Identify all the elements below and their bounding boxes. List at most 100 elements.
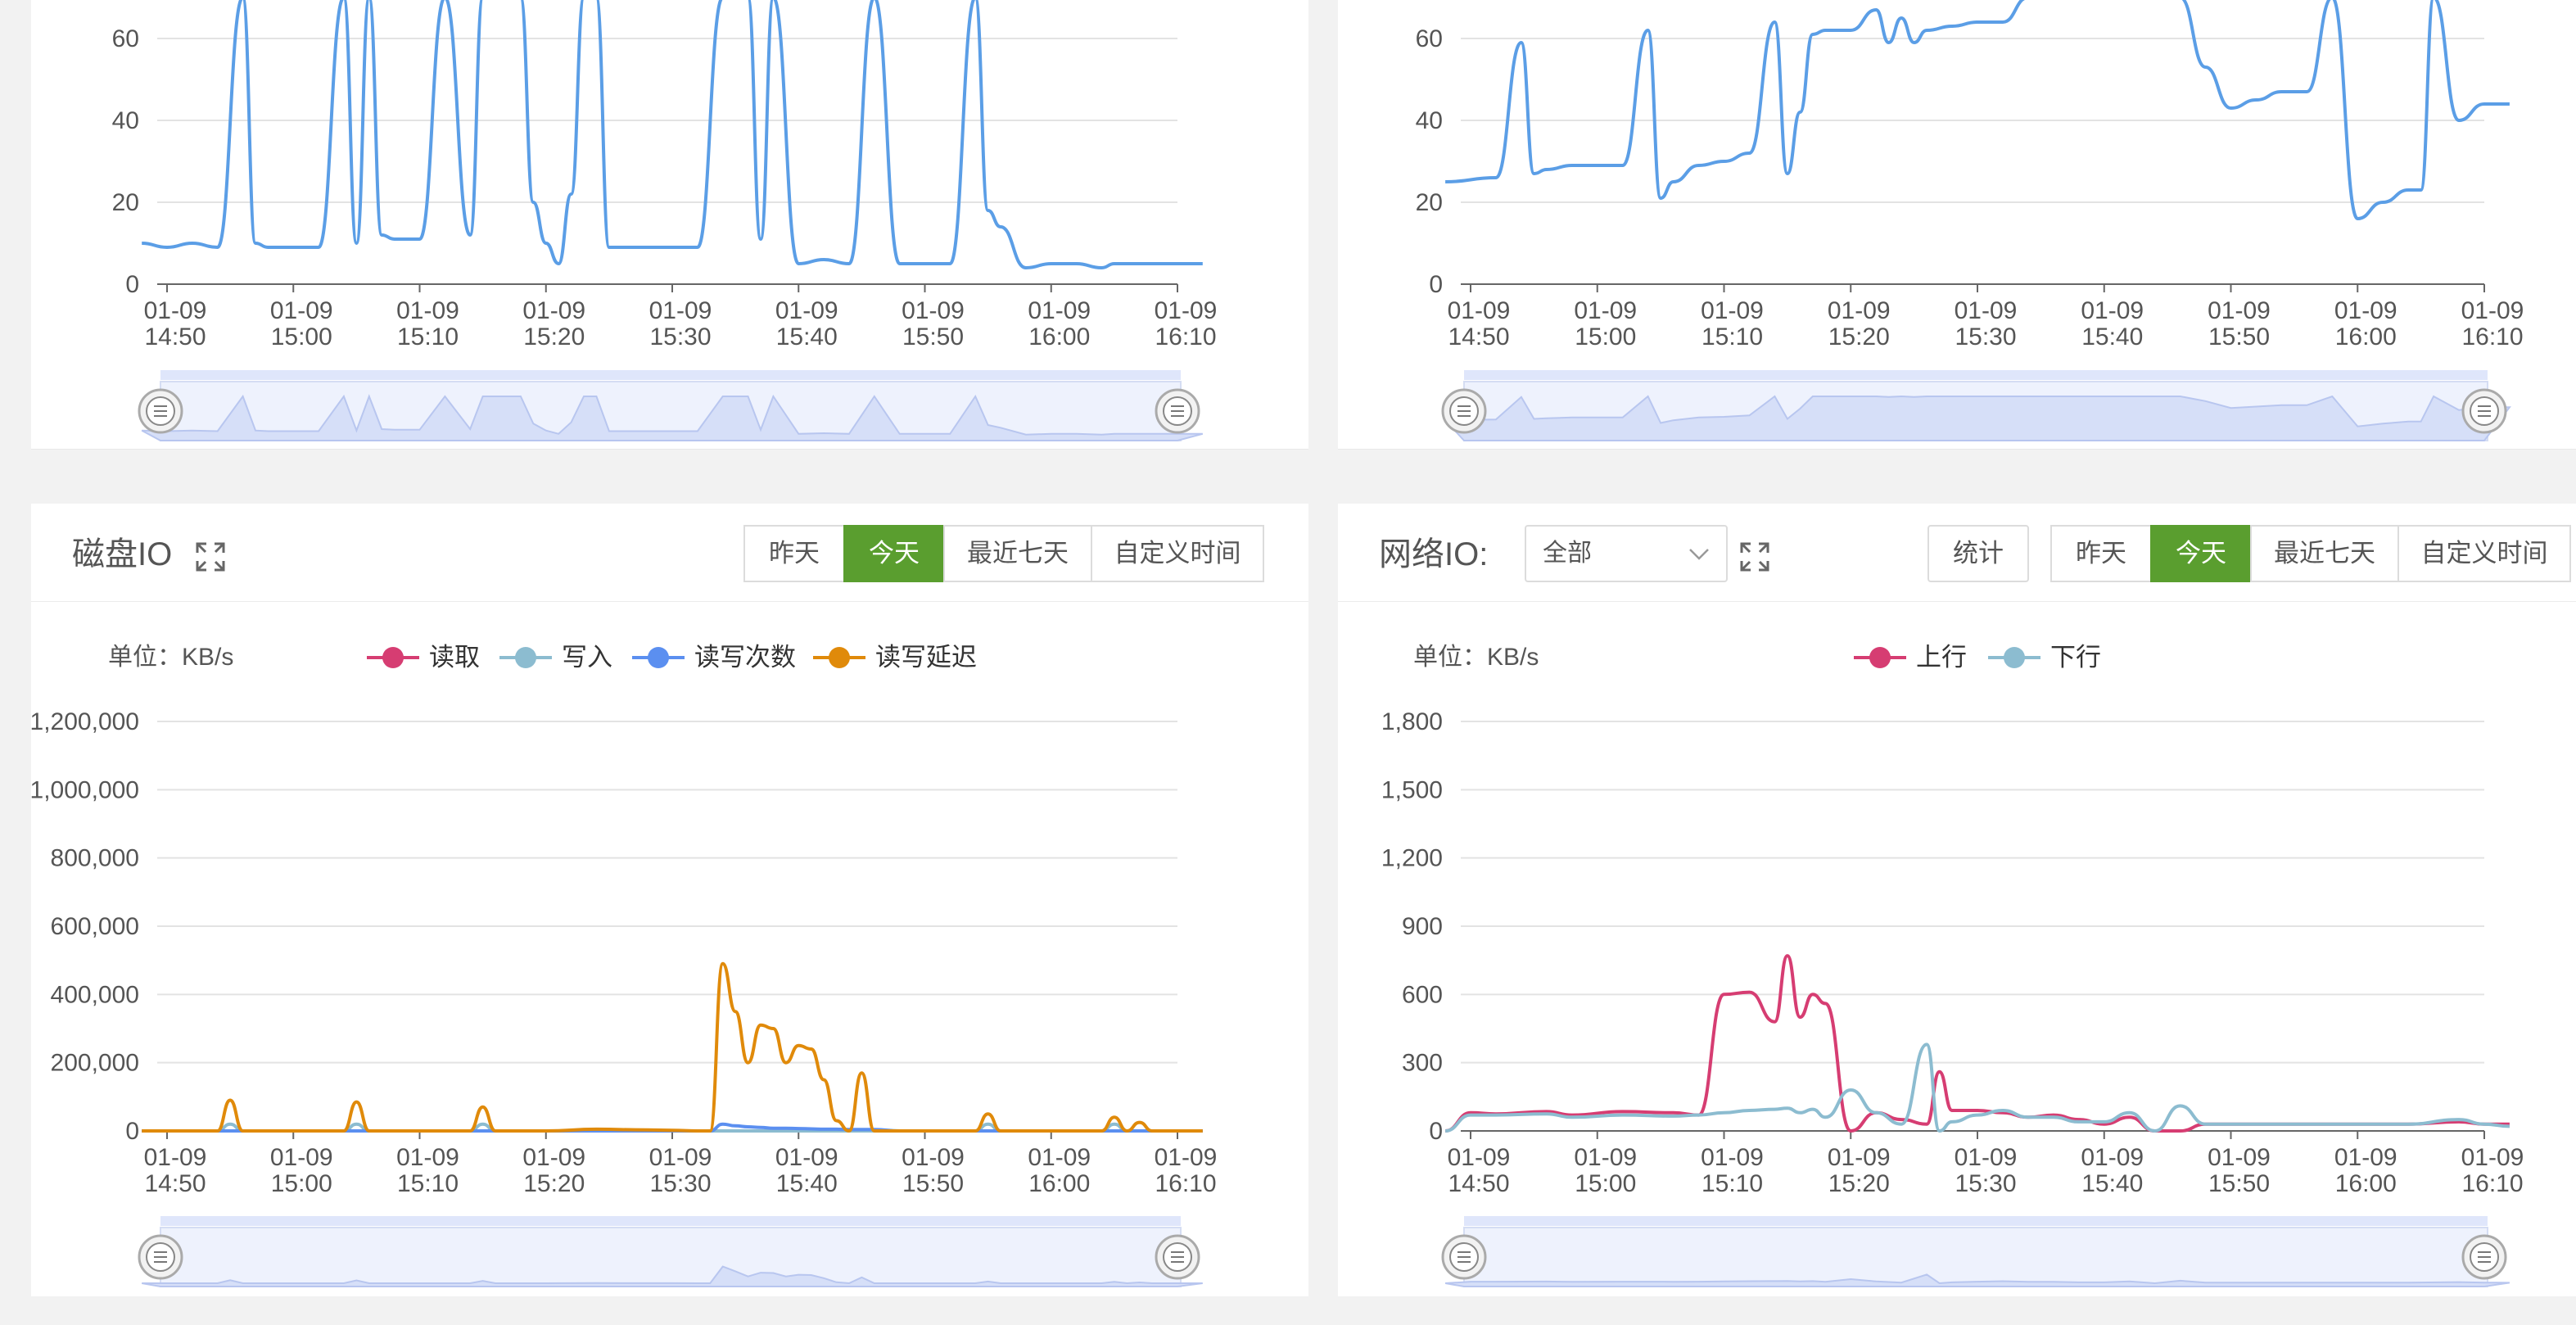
x-tick-label: 01-09 xyxy=(396,297,459,324)
x-tick-label: 01-09 xyxy=(2334,1144,2397,1171)
x-tick-label: 01-09 xyxy=(902,297,965,324)
y-tick-label: 40 xyxy=(112,107,139,134)
x-tick-label: 15:50 xyxy=(2208,323,2270,350)
x-tick-label: 01-09 xyxy=(1828,297,1891,324)
memory-chart: 020406001-0914:5001-0915:0001-0915:1001-… xyxy=(1416,0,2524,441)
x-tick-label: 01-09 xyxy=(144,1144,207,1171)
x-tick-label: 15:20 xyxy=(523,1170,585,1197)
y-tick-label: 0 xyxy=(1429,1118,1443,1145)
x-tick-label: 15:00 xyxy=(271,1170,332,1197)
y-tick-label: 20 xyxy=(1416,189,1443,216)
x-tick-label: 01-09 xyxy=(1028,297,1091,324)
y-tick-label: 1,800 xyxy=(1381,708,1443,735)
x-tick-label: 01-09 xyxy=(775,297,838,324)
x-tick-label: 01-09 xyxy=(649,297,712,324)
series-line-3 xyxy=(142,961,1203,1133)
x-tick-label: 16:10 xyxy=(1155,323,1216,350)
x-tick-label: 01-09 xyxy=(1155,1144,1218,1171)
series-line-0 xyxy=(1445,0,2510,220)
x-tick-label: 01-09 xyxy=(1701,297,1764,324)
x-tick-label: 01-09 xyxy=(902,1144,965,1171)
x-tick-label: 14:50 xyxy=(144,323,206,350)
slider-handle-left[interactable] xyxy=(138,388,183,434)
network-io-panel: 网络IO: 全部 统计 昨天 今天 最近七天 自定义时间 单位：KB/s 上行 … xyxy=(1338,504,2576,1296)
x-tick-label: 15:10 xyxy=(397,1170,459,1197)
x-tick-label: 14:50 xyxy=(144,1170,206,1197)
x-tick-label: 15:30 xyxy=(1955,323,2016,350)
x-tick-label: 01-09 xyxy=(775,1144,838,1171)
y-tick-label: 800,000 xyxy=(51,845,139,872)
x-tick-label: 15:20 xyxy=(523,323,585,350)
x-tick-label: 15:40 xyxy=(776,323,838,350)
x-tick-label: 01-09 xyxy=(1028,1144,1091,1171)
series-line-1 xyxy=(1444,1042,2510,1133)
series-line-0 xyxy=(1444,954,2510,1133)
y-tick-label: 60 xyxy=(112,25,139,52)
x-tick-label: 15:50 xyxy=(902,323,964,350)
x-tick-label: 01-09 xyxy=(2208,297,2271,324)
x-tick-label: 01-09 xyxy=(2081,297,2144,324)
x-tick-label: 01-09 xyxy=(1701,1144,1764,1171)
y-tick-label: 0 xyxy=(125,1118,139,1145)
series-line-0 xyxy=(142,0,1203,269)
x-tick-label: 16:00 xyxy=(2335,323,2397,350)
slider-handle-left[interactable] xyxy=(138,1234,183,1280)
x-tick-label: 01-09 xyxy=(1955,1144,2018,1171)
x-tick-label: 15:10 xyxy=(1702,323,1763,350)
series-group xyxy=(1444,954,2510,1133)
x-tick-label: 16:10 xyxy=(2461,323,2523,350)
slider-bar xyxy=(1464,1216,2488,1226)
y-tick-label: 20 xyxy=(112,189,139,216)
y-tick-label: 300 xyxy=(1402,1050,1443,1077)
x-tick-label: 01-09 xyxy=(649,1144,712,1171)
x-tick-label: 01-09 xyxy=(1574,297,1637,324)
x-tick-label: 01-09 xyxy=(522,1144,585,1171)
y-tick-label: 600 xyxy=(1402,981,1443,1008)
x-tick-label: 01-09 xyxy=(2208,1144,2271,1171)
y-tick-label: 1,000,000 xyxy=(31,776,139,803)
series-group xyxy=(1445,0,2510,220)
x-tick-label: 01-09 xyxy=(1828,1144,1891,1171)
x-tick-label: 15:50 xyxy=(2208,1170,2270,1197)
x-tick-label: 14:50 xyxy=(1448,1170,1509,1197)
slider-handle-right[interactable] xyxy=(2461,388,2507,434)
x-tick-label: 14:50 xyxy=(1448,323,1509,350)
y-tick-label: 600,000 xyxy=(51,913,139,940)
x-tick-label: 15:40 xyxy=(2081,323,2143,350)
slider-handle-right[interactable] xyxy=(2461,1234,2507,1280)
x-tick-label: 16:00 xyxy=(1028,1170,1090,1197)
x-tick-label: 01-09 xyxy=(1574,1144,1637,1171)
y-tick-label: 1,200,000 xyxy=(31,708,139,735)
slider-handle-right[interactable] xyxy=(1155,388,1200,434)
y-tick-label: 900 xyxy=(1402,913,1443,940)
series-group xyxy=(142,961,1203,1133)
slider-handle-left[interactable] xyxy=(1441,1234,1487,1280)
slider-handle-left[interactable] xyxy=(1441,388,1487,434)
y-tick-label: 400,000 xyxy=(51,981,139,1008)
x-tick-label: 16:00 xyxy=(1028,323,1090,350)
x-tick-label: 16:10 xyxy=(2461,1170,2523,1197)
slider-bar xyxy=(1464,370,2488,380)
disk-io-chart: 0 200,000 400,000 600,000 800,000 1,000,000 1,… xyxy=(31,708,1218,1287)
slider-bar xyxy=(160,1216,1181,1226)
x-tick-label: 15:30 xyxy=(649,1170,711,1197)
x-tick-label: 01-09 xyxy=(2334,297,2397,324)
x-tick-label: 16:00 xyxy=(2335,1170,2397,1197)
x-tick-label: 15:30 xyxy=(649,323,711,350)
x-tick-label: 16:10 xyxy=(1155,1170,1216,1197)
network-io-chart: 03006009001,2001,5001,80001-0914:5001-09… xyxy=(1381,708,2524,1287)
y-tick-label: 1,500 xyxy=(1381,776,1443,803)
x-tick-label: 15:20 xyxy=(1828,323,1890,350)
x-tick-label: 15:10 xyxy=(397,323,459,350)
cpu-panel: 0 20 40 60 01-09 14:50 01-09 15:00 01-09 15:10 01-… xyxy=(31,0,1308,450)
slider-bar xyxy=(160,370,1181,380)
y-tick-label: 60 xyxy=(1416,25,1443,52)
x-tick-label: 15:10 xyxy=(1702,1170,1763,1197)
series-group xyxy=(142,0,1203,269)
x-tick-label: 15:00 xyxy=(1575,1170,1636,1197)
x-tick-label: 01-09 xyxy=(396,1144,459,1171)
x-tick-label: 01-09 xyxy=(2461,297,2524,324)
x-tick-label: 15:20 xyxy=(1828,1170,1890,1197)
slider-handle-right[interactable] xyxy=(1155,1234,1200,1280)
y-tick-label: 200,000 xyxy=(51,1050,139,1077)
